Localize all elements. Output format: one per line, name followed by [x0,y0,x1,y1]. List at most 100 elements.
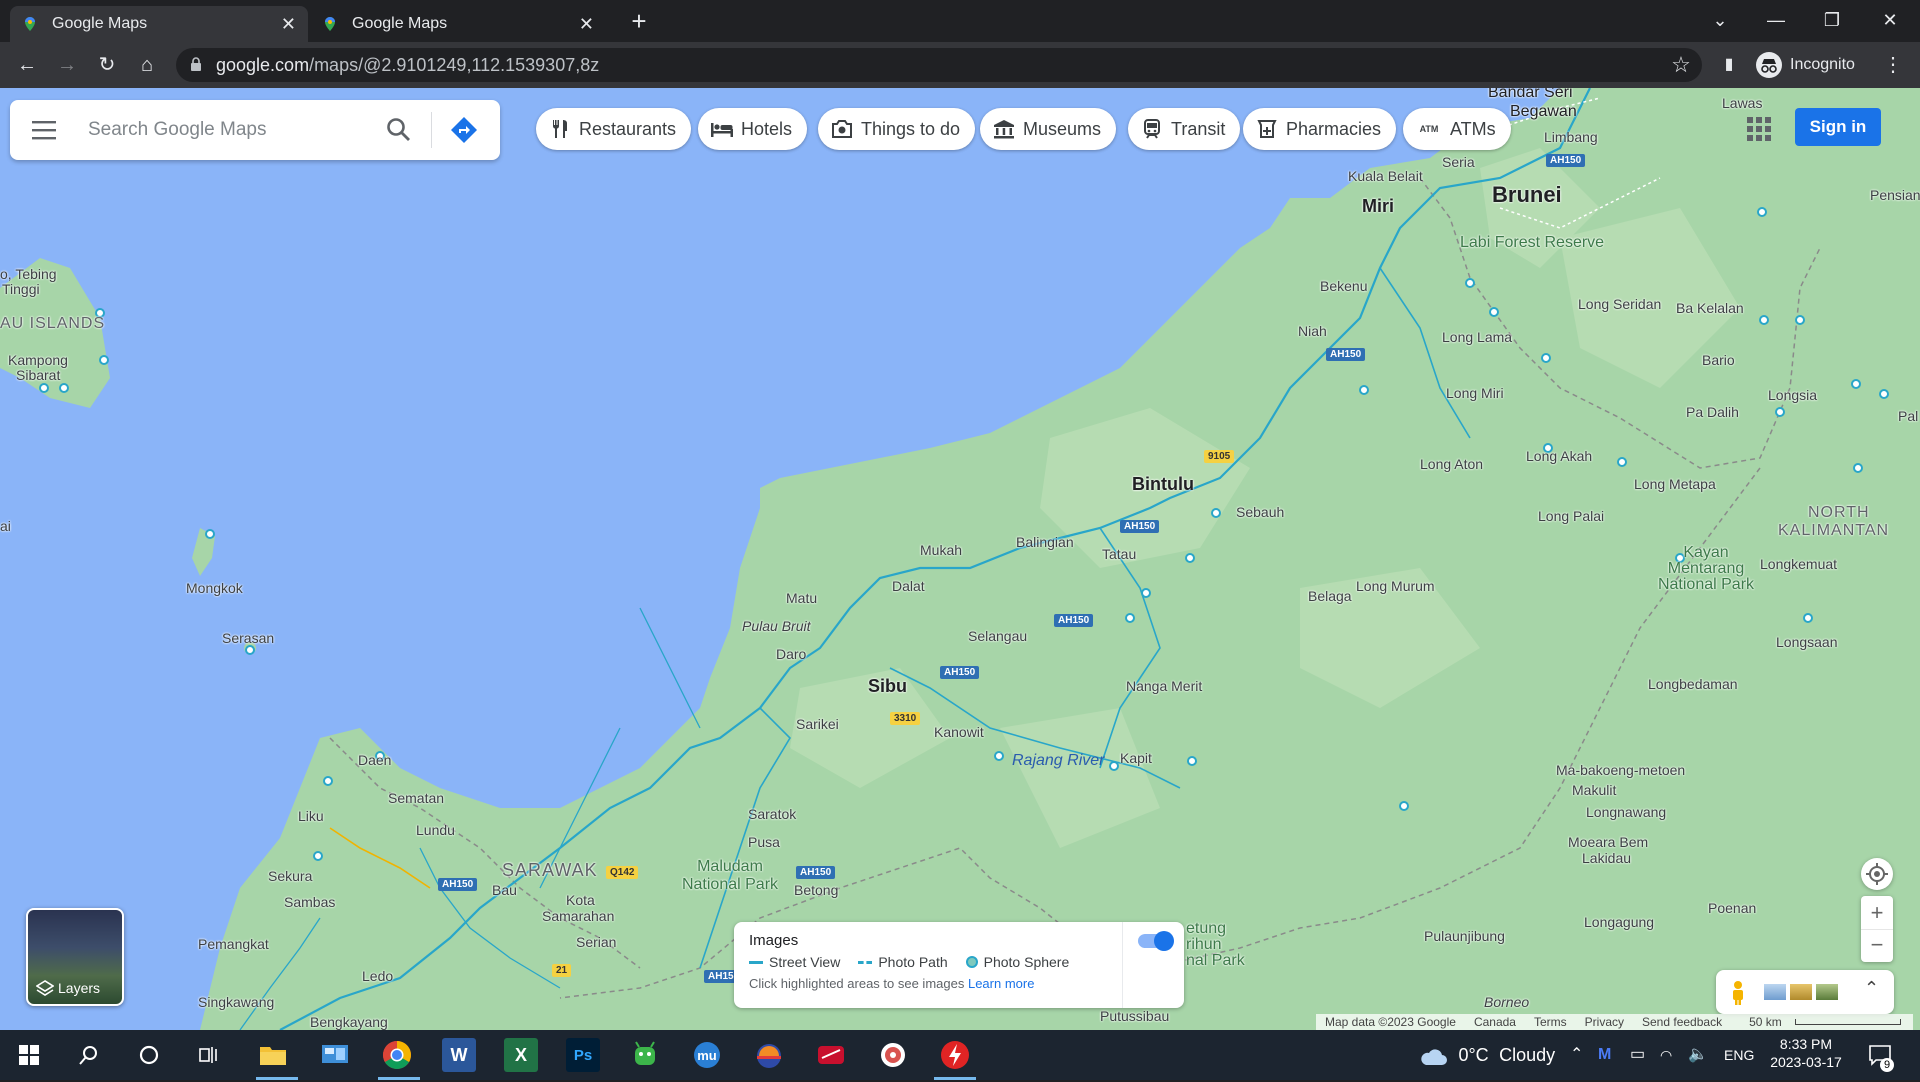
region-label[interactable]: SARAWAK [502,860,598,881]
imagery-thumbnail[interactable] [1790,984,1812,1000]
place-label[interactable]: Putussibau [1100,1008,1169,1024]
place-label[interactable]: Longkemuat [1760,556,1837,572]
place-label[interactable]: Daro [776,646,806,662]
place-label[interactable]: Miri [1362,196,1394,217]
place-label[interactable]: Ma-bakoeng-metoen [1556,762,1685,778]
park-label[interactable]: Labi Forest Reserve [1460,234,1604,251]
file-explorer-icon[interactable] [256,1038,290,1072]
imagery-thumbnail[interactable] [1816,984,1838,1000]
tab-search-chevron-icon[interactable]: ⌄ [1692,0,1748,40]
place-label[interactable]: Pemangkat [198,936,269,952]
place-label[interactable]: Pensian [1870,187,1920,203]
place-label[interactable]: Kapit [1120,750,1152,766]
word-icon[interactable]: W [442,1038,476,1072]
reload-icon[interactable]: ↻ [92,50,122,80]
place-label[interactable]: Matu [786,590,817,606]
place-label[interactable]: Pulaunjibung [1424,928,1505,944]
search-icon[interactable] [72,1038,106,1072]
place-label[interactable]: Ba Kelalan [1676,300,1744,316]
place-label[interactable]: Longnawang [1586,804,1666,820]
place-label[interactable]: Sebauh [1236,504,1284,520]
place-label[interactable]: Kuala Belait [1348,168,1423,184]
chip-transit[interactable]: Transit [1128,108,1241,150]
new-tab-button[interactable]: + [624,6,654,36]
place-label[interactable]: Begawan [1510,103,1577,121]
place-label[interactable]: Serian [576,934,616,950]
browser-menu-icon[interactable]: ⋮ [1878,50,1908,80]
side-panel-icon[interactable]: ▮ [1714,50,1744,80]
app-hat-icon[interactable] [752,1038,786,1072]
terms-link[interactable]: Terms [1525,1014,1576,1030]
zoom-out-button[interactable]: − [1861,929,1893,962]
my-location-button[interactable] [1861,858,1893,890]
weather-widget[interactable]: 0°C Cloudy [1418,1030,1555,1082]
app-m-tray-icon[interactable]: M [1598,1030,1611,1080]
park-label[interactable]: Kayan [1656,544,1756,561]
place-label[interactable]: Samarahan [542,908,614,924]
place-label[interactable]: Bario [1702,352,1735,368]
river-label[interactable]: Rajang River [1012,752,1104,770]
place-label[interactable]: Sarikei [796,716,839,732]
park-label[interactable]: National Park [1656,576,1756,593]
photoshop-icon[interactable]: Ps [566,1038,600,1072]
hamburger-menu-icon[interactable] [32,120,56,140]
place-label[interactable]: Lawas [1722,95,1762,111]
language-indicator[interactable]: ENG [1724,1030,1754,1080]
place-label[interactable]: o, Tebing [0,266,57,282]
learn-more-link[interactable]: Learn more [968,976,1034,991]
minimize-button[interactable]: — [1748,0,1804,40]
place-label[interactable]: Pa Dalih [1686,404,1739,420]
place-label[interactable]: Makulit [1572,782,1616,798]
place-label[interactable]: Lundu [416,822,455,838]
clock[interactable]: 8:33 PM 2023-03-17 [1766,1035,1846,1071]
place-label[interactable]: Longbedaman [1648,676,1738,692]
place-label[interactable]: Liku [298,808,324,824]
app-mu-icon[interactable]: mu [690,1038,724,1072]
place-label[interactable]: Borneo [1484,994,1529,1010]
restore-button[interactable]: ❐ [1804,0,1860,40]
layers-button[interactable]: Layers [26,908,124,1006]
task-view-icon[interactable] [192,1038,226,1072]
search-input[interactable] [88,110,378,150]
place-label[interactable]: Singkawang [198,994,274,1010]
home-icon[interactable]: ⌂ [132,50,162,80]
park-label[interactable]: nal Park [1186,952,1245,969]
chrome-icon[interactable] [380,1038,414,1072]
place-label[interactable]: Limbang [1544,129,1598,145]
chip-atms[interactable]: ATM ATMs [1403,108,1511,150]
bookmark-star-icon[interactable]: ☆ [1666,50,1696,80]
place-label[interactable]: Balingian [1016,534,1074,550]
place-label[interactable]: Tinggi [2,281,40,297]
park-label[interactable]: rihun [1186,936,1222,953]
place-label[interactable]: Kota [566,892,595,908]
place-label[interactable]: Bengkayang [310,1014,388,1030]
place-label[interactable]: Tatau [1102,546,1136,562]
control-panel-icon[interactable] [318,1038,352,1072]
place-label[interactable]: Long Murum [1356,578,1435,594]
images-toggle-switch[interactable] [1138,931,1174,951]
close-window-button[interactable]: ✕ [1862,0,1918,40]
close-tab-icon[interactable]: ✕ [281,14,296,35]
place-label[interactable]: ai [0,518,11,534]
tab-google-maps-1[interactable]: Google Maps ✕ [10,6,308,42]
place-label[interactable]: Selangau [968,628,1027,644]
place-label[interactable]: Nanga Merit [1126,678,1202,694]
chip-restaurants[interactable]: Restaurants [536,108,692,150]
excel-icon[interactable]: X [504,1038,538,1072]
forward-icon[interactable]: → [52,50,82,80]
place-label[interactable]: Seria [1442,154,1475,170]
place-label[interactable]: Long Lama [1442,329,1512,345]
place-label[interactable]: Betong [794,882,838,898]
chip-pharmacies[interactable]: Pharmacies [1243,108,1397,150]
send-feedback-link[interactable]: Send feedback [1633,1014,1731,1030]
sign-in-button[interactable]: Sign in [1795,108,1881,146]
chip-hotels[interactable]: Hotels [698,108,808,150]
notifications-icon[interactable]: 9 [1868,1030,1894,1080]
windows-start-icon[interactable] [12,1038,46,1072]
park-label[interactable]: etung [1186,920,1226,937]
place-label[interactable]: Moeara Bem [1568,834,1648,850]
place-label[interactable]: Long Palai [1538,508,1604,524]
scale-bar[interactable]: 50 km [1731,1014,1913,1030]
place-label[interactable]: Bintulu [1132,474,1194,495]
place-label[interactable]: Longagung [1584,914,1654,930]
